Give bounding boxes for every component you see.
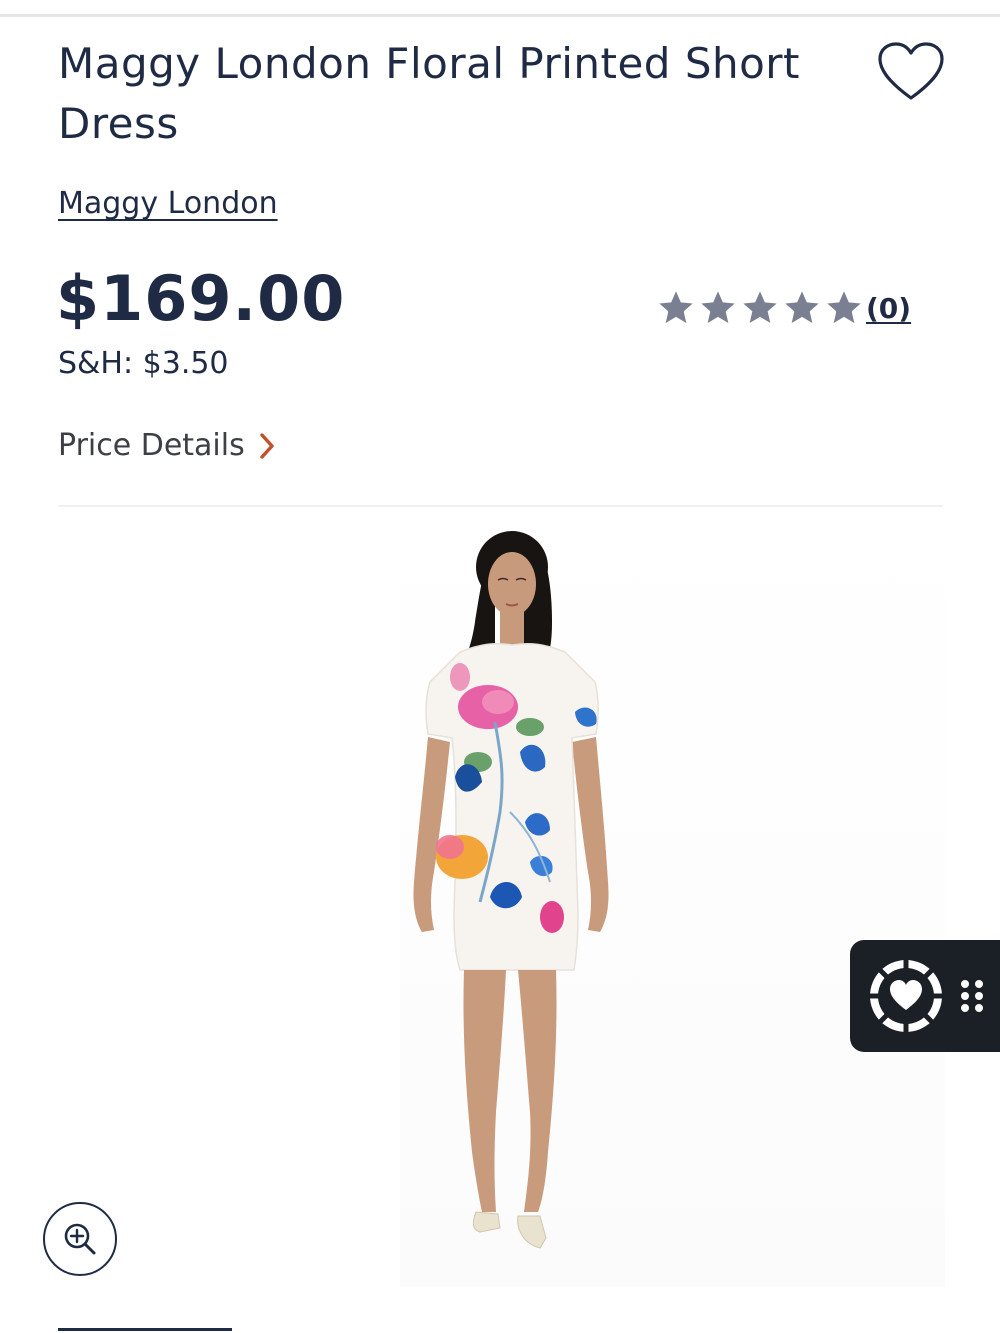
review-count-link[interactable]: (0) xyxy=(866,292,911,325)
price-details-link[interactable]: Price Details xyxy=(58,428,275,463)
model-wearing-dress-image xyxy=(413,531,609,1249)
loyalty-widget-button[interactable] xyxy=(850,940,1000,1052)
section-divider xyxy=(58,505,943,507)
star-icon xyxy=(659,291,693,323)
favorite-button[interactable] xyxy=(876,40,946,104)
product-price: $169.00 xyxy=(56,262,346,335)
star-icon xyxy=(701,291,735,323)
star-icon xyxy=(743,291,777,323)
heart-outline-icon xyxy=(878,42,944,100)
price-details-label: Price Details xyxy=(58,428,245,463)
drag-dots-icon[interactable] xyxy=(960,978,984,1014)
product-title: Maggy London Floral Printed Short Dress xyxy=(58,39,801,148)
brand-link[interactable]: Maggy London xyxy=(58,186,278,221)
zoom-in-icon xyxy=(64,1223,96,1255)
top-divider xyxy=(0,14,1000,17)
rating-summary[interactable]: (0) xyxy=(656,288,911,328)
shipping-cost: S&H: $3.50 xyxy=(58,346,229,381)
image-carousel-indicator xyxy=(58,1328,232,1331)
zoom-button[interactable] xyxy=(43,1202,117,1276)
product-image[interactable] xyxy=(400,512,945,1287)
heart-wheel-icon xyxy=(870,960,942,1032)
star-icon xyxy=(785,291,819,323)
product-page: Maggy London Floral Printed Short Dress … xyxy=(0,0,1000,1333)
rating-stars xyxy=(656,288,864,328)
chevron-right-icon xyxy=(260,432,274,459)
star-icon xyxy=(827,291,861,323)
